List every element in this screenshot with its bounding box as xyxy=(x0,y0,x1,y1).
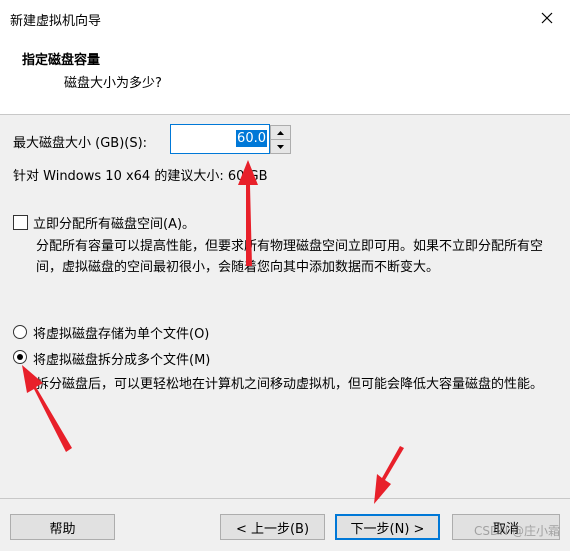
annotation-arrow-next xyxy=(374,446,404,504)
close-icon xyxy=(541,12,553,24)
split-files-label[interactable]: 将虚拟磁盘拆分成多个文件(M) xyxy=(33,349,210,368)
arrow-up-icon xyxy=(277,130,284,135)
arrow-down-icon xyxy=(277,144,284,149)
disk-size-spinner[interactable] xyxy=(270,125,291,154)
recommended-size-text: 针对 Windows 10 x64 的建议大小: 60 GB xyxy=(13,169,268,184)
disk-size-label: 最大磁盘大小 (GB)(S): xyxy=(13,136,148,151)
single-file-label[interactable]: 将虚拟磁盘存储为单个文件(O) xyxy=(33,323,209,342)
allocate-description: 分配所有容量可以提高性能，但要求所有物理磁盘空间立即可用。如果不立即分配所有空间… xyxy=(36,239,544,275)
window-title: 新建虚拟机向导 xyxy=(10,14,102,29)
disk-size-value: 60.0 xyxy=(236,130,267,147)
page-title: 指定磁盘容量 xyxy=(22,53,101,68)
page-subtitle: 磁盘大小为多少? xyxy=(64,76,162,91)
wizard-header: 指定磁盘容量 磁盘大小为多少? xyxy=(0,36,570,115)
allocate-all-label[interactable]: 立即分配所有磁盘空间(A)。 xyxy=(33,213,195,232)
help-button[interactable]: 帮助 xyxy=(10,514,115,540)
allocate-all-checkbox[interactable] xyxy=(13,215,28,230)
title-bar: 新建虚拟机向导 xyxy=(0,0,570,36)
back-button[interactable]: < 上一步(B) xyxy=(220,514,325,540)
next-button[interactable]: 下一步(N) > xyxy=(335,514,440,540)
radio-split-files[interactable] xyxy=(13,350,27,364)
split-description: 拆分磁盘后，可以更轻松地在计算机之间移动虚拟机，但可能会降低大容量磁盘的性能。 xyxy=(36,377,544,392)
disk-size-input[interactable]: 60.0 xyxy=(170,124,270,154)
watermark-text: CSDN @庄小霜 xyxy=(473,524,560,538)
close-button[interactable] xyxy=(524,0,570,36)
spin-up-button[interactable] xyxy=(271,126,290,139)
spin-down-button[interactable] xyxy=(271,139,290,153)
radio-single-file[interactable] xyxy=(13,325,27,339)
footer-divider xyxy=(0,498,570,499)
